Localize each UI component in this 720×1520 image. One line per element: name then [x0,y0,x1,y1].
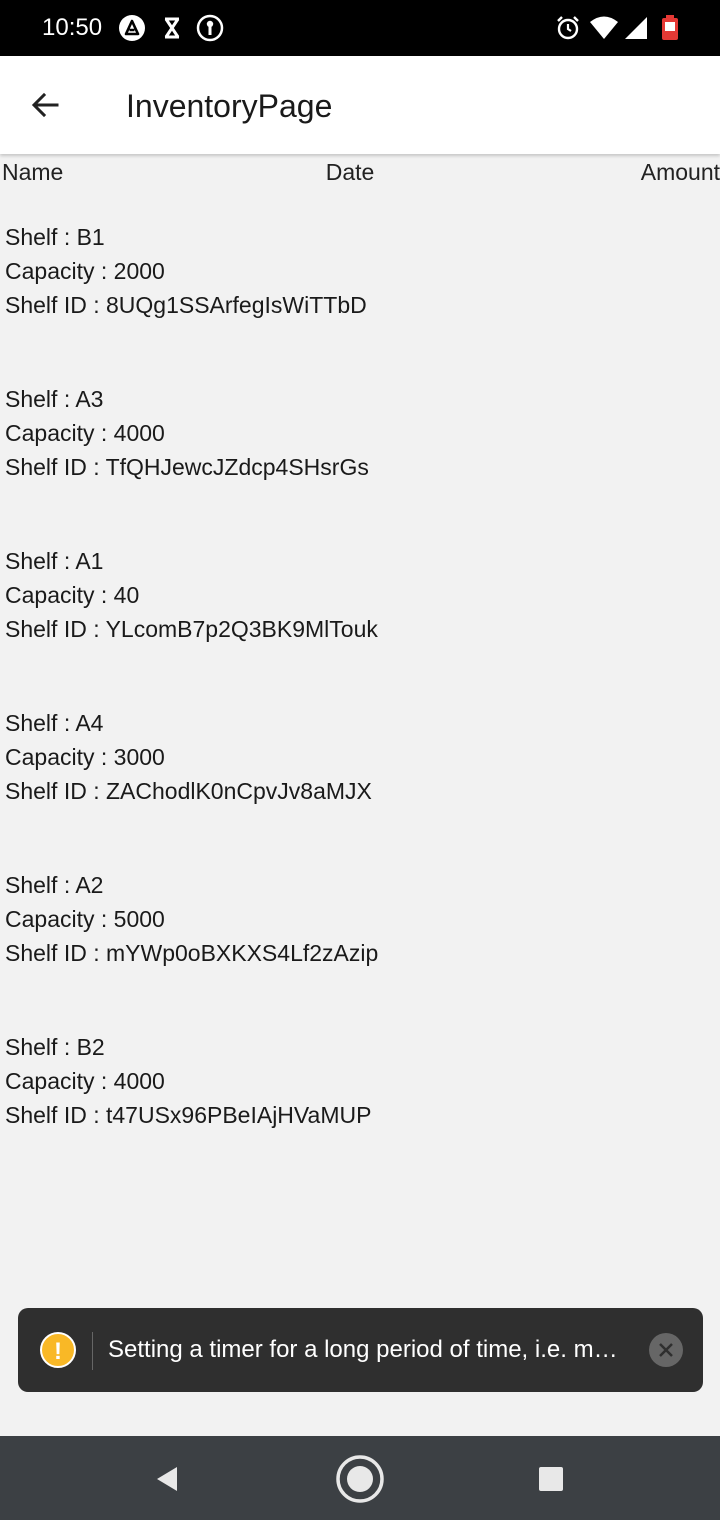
list-item[interactable]: Shelf : A3 Capacity : 4000 Shelf ID : Tf… [0,382,720,544]
back-triangle-icon [157,1467,177,1491]
list-item[interactable]: Shelf : A2 Capacity : 5000 Shelf ID : mY… [0,868,720,1030]
hourglass-icon [164,17,180,39]
column-header-amount: Amount [640,159,720,185]
shelf-id: Shelf ID : TfQHJewcJZdcp4SHsrGs [5,454,369,480]
shelf-capacity: Capacity : 2000 [5,258,165,284]
wifi-icon [590,16,618,39]
table-header: Name Date Amount [0,156,720,190]
shelf-id: Shelf ID : 8UQg1SSArfegIsWiTTbD [5,292,367,318]
shelf-id: Shelf ID : mYWp0oBXKXS4Lf2zAzip [5,940,379,966]
close-icon [659,1343,673,1357]
recents-square-icon [539,1467,563,1491]
shelf-id: Shelf ID : YLcomB7p2Q3BK9MlTouk [5,616,378,642]
toast-close-button[interactable] [649,1333,683,1367]
shelf-list: Shelf : B1 Capacity : 2000 Shelf ID : 8U… [0,220,720,1192]
warning-icon: ! [40,1332,76,1368]
list-item[interactable]: Shelf : B1 Capacity : 2000 Shelf ID : 8U… [0,220,720,382]
column-header-date: Date [325,159,375,185]
shelf-name: Shelf : A2 [5,872,104,898]
arrow-left-icon [31,92,59,118]
app-bar: InventoryPage [0,56,720,154]
status-bar: 10:50 [0,0,720,56]
shelf-id: Shelf ID : t47USx96PBeIAjHVaMUP [5,1102,372,1128]
alarm-icon [557,16,579,40]
shelf-name: Shelf : A1 [5,548,104,574]
list-item[interactable]: Shelf : A1 Capacity : 40 Shelf ID : YLco… [0,544,720,706]
list-item[interactable]: Shelf : B2 Capacity : 4000 Shelf ID : t4… [0,1030,720,1192]
nav-home-button[interactable] [335,1454,385,1504]
home-circle-icon [336,1455,384,1503]
a-icon [119,15,145,41]
shelf-id: Shelf ID : ZAChodlK0nCpvJv8aMJX [5,778,372,804]
shelf-capacity: Capacity : 40 [5,582,140,608]
shelf-name: Shelf : B1 [5,224,105,250]
back-button[interactable] [20,80,70,130]
key-icon [196,14,224,42]
shelf-name: Shelf : B2 [5,1034,105,1060]
battery-icon [662,15,678,40]
system-nav-bar [0,1436,720,1520]
signal-icon [625,17,647,39]
status-time: 10:50 [42,14,103,41]
shelf-capacity: Capacity : 5000 [5,906,165,932]
toast-divider [92,1332,93,1370]
list-item[interactable]: Shelf : A4 Capacity : 3000 Shelf ID : ZA… [0,706,720,868]
shelf-capacity: Capacity : 4000 [5,1068,165,1094]
shelf-name: Shelf : A4 [5,710,104,736]
nav-back-button[interactable] [143,1454,193,1504]
shelf-capacity: Capacity : 3000 [5,744,165,770]
nav-recents-button[interactable] [526,1454,576,1504]
page-title: InventoryPage [126,88,333,124]
toast-message: Setting a timer for a long period of tim… [108,1336,630,1363]
shelf-capacity: Capacity : 4000 [5,420,165,446]
shelf-name: Shelf : A3 [5,386,104,412]
warning-toast[interactable]: ! Setting a timer for a long period of t… [18,1308,703,1392]
